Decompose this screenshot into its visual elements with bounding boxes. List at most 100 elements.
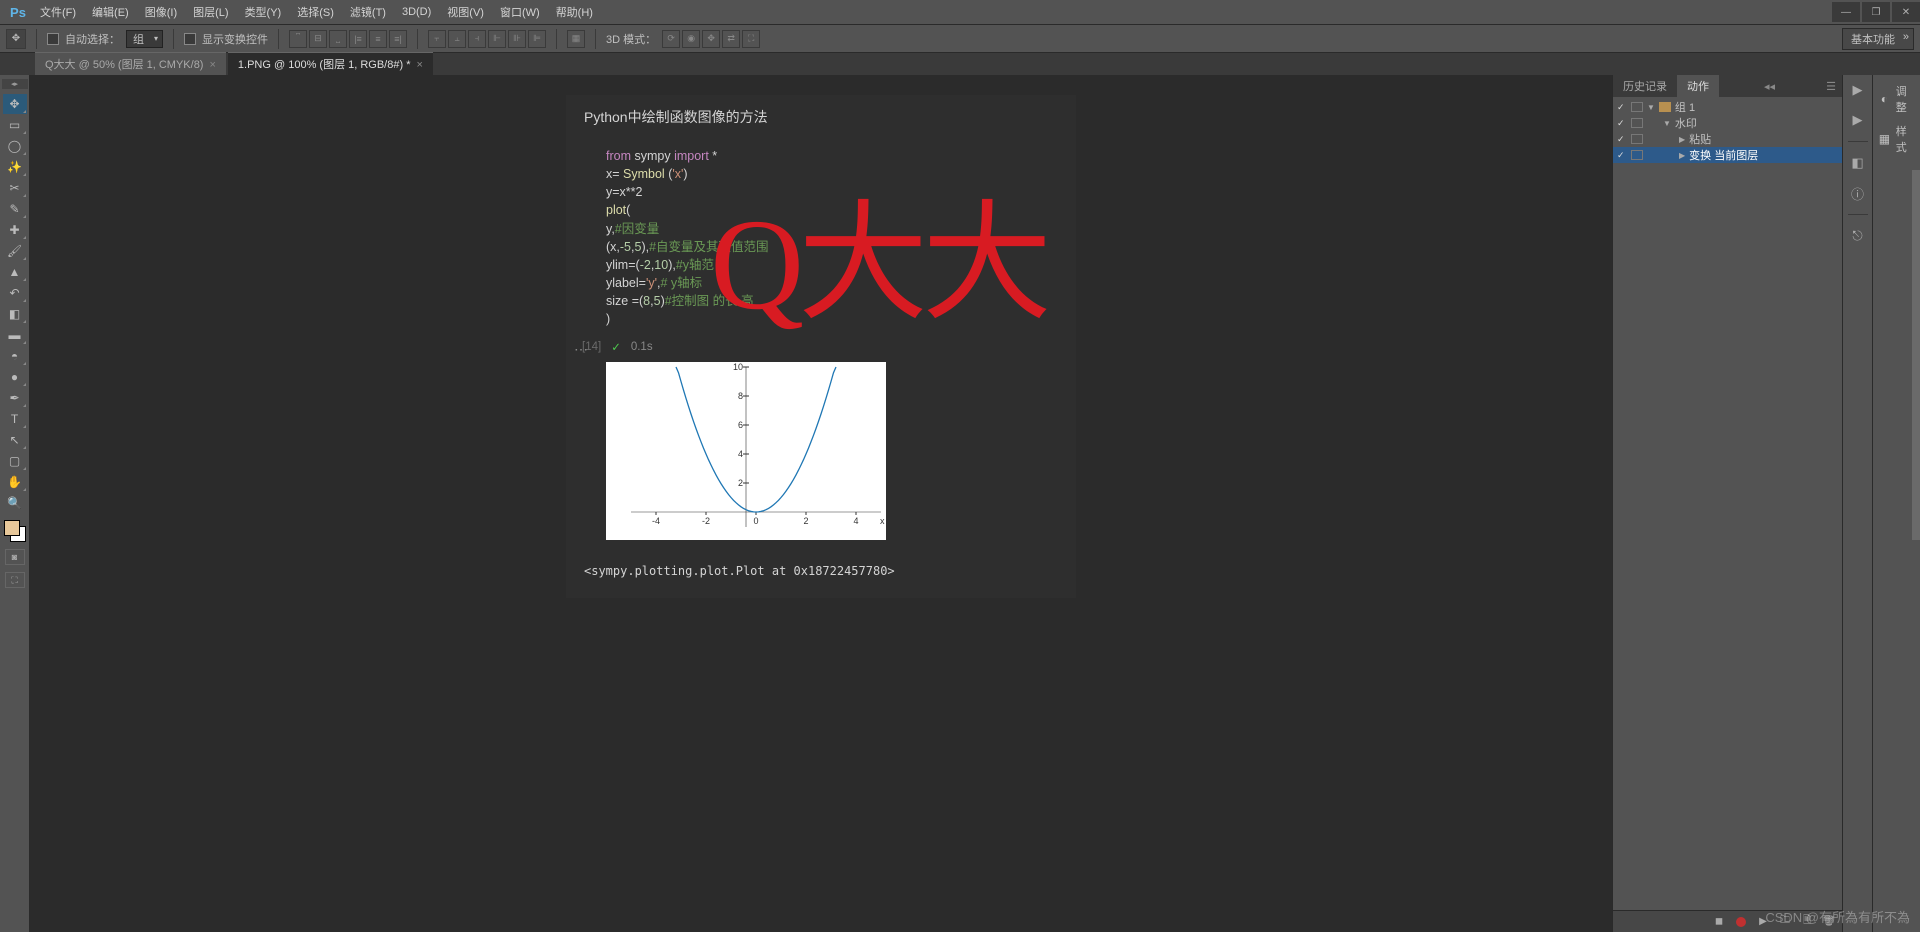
stop-icon[interactable]: ◼ bbox=[1712, 915, 1726, 929]
align-left-icon[interactable]: |≡ bbox=[349, 30, 367, 48]
pan-icon[interactable]: ✥ bbox=[702, 30, 720, 48]
blur-tool[interactable]: ◓ bbox=[3, 346, 27, 366]
play-strip-icon[interactable]: ▶ bbox=[1846, 109, 1870, 131]
window-controls: — ❐ ✕ bbox=[1830, 2, 1920, 22]
canvas-area[interactable]: Python中绘制函数图像的方法 from sympy import *x= S… bbox=[30, 75, 1612, 932]
separator bbox=[173, 29, 174, 49]
crop-tool[interactable]: ✂ bbox=[3, 178, 27, 198]
panel-collapse-icon[interactable]: ◂◂ bbox=[1758, 80, 1781, 93]
menu-图层(L)[interactable]: 图层(L) bbox=[185, 0, 236, 25]
menu-编辑(E)[interactable]: 编辑(E) bbox=[84, 0, 137, 25]
separator bbox=[417, 29, 418, 49]
orbit-icon[interactable]: ⟳ bbox=[662, 30, 680, 48]
lasso-tool[interactable]: ◯ bbox=[3, 136, 27, 156]
distribute-bottom-icon[interactable]: ⫞ bbox=[468, 30, 486, 48]
magic-wand-tool[interactable]: ✨ bbox=[3, 157, 27, 177]
healing-tool[interactable]: ✚ bbox=[3, 220, 27, 240]
maximize-button[interactable]: ❐ bbox=[1862, 2, 1890, 22]
menu-3D(D)[interactable]: 3D(D) bbox=[394, 0, 439, 25]
action-row[interactable]: ✓▼组 1 bbox=[1613, 99, 1842, 115]
show-transform-checkbox[interactable] bbox=[184, 33, 196, 45]
marquee-tool[interactable]: ▭ bbox=[3, 115, 27, 135]
align-right-icon[interactable]: ≡| bbox=[389, 30, 407, 48]
panel-tab[interactable]: 动作 bbox=[1677, 75, 1719, 97]
csdn-watermark: CSDN @有所為有所不為 bbox=[1765, 907, 1910, 926]
record-icon[interactable] bbox=[1734, 915, 1748, 929]
distribute-vcenter-icon[interactable]: ⫠ bbox=[448, 30, 466, 48]
zoom-tool[interactable]: 🔍 bbox=[3, 493, 27, 513]
type-tool[interactable]: T bbox=[3, 409, 27, 429]
panel-menu-icon[interactable]: ☰ bbox=[1820, 80, 1842, 93]
toolbox-toggle[interactable]: ◂▸ bbox=[2, 79, 28, 89]
adjustments-tab[interactable]: ◐调整 bbox=[1873, 81, 1920, 117]
foreground-color-swatch[interactable] bbox=[4, 520, 20, 536]
move-tool[interactable]: ✥ bbox=[3, 94, 27, 114]
panel-tab[interactable]: 历史记录 bbox=[1613, 75, 1677, 97]
actions-icon[interactable]: ▶ bbox=[1846, 79, 1870, 101]
svg-text:-4: -4 bbox=[652, 516, 660, 526]
stamp-tool[interactable]: ▲ bbox=[3, 262, 27, 282]
document-tab[interactable]: Q大大 @ 50% (图层 1, CMYK/8)× bbox=[35, 52, 226, 75]
roll-icon[interactable]: ◉ bbox=[682, 30, 700, 48]
scale-icon[interactable]: ⛶ bbox=[742, 30, 760, 48]
svg-text:10: 10 bbox=[733, 362, 743, 372]
action-row[interactable]: ✓▼水印 bbox=[1613, 115, 1842, 131]
tab-close-icon[interactable]: × bbox=[209, 59, 215, 71]
distribute-top-icon[interactable]: ⫟ bbox=[428, 30, 446, 48]
shape-tool[interactable]: ▢ bbox=[3, 451, 27, 471]
align-vcenter-icon[interactable]: ⊟ bbox=[309, 30, 327, 48]
ps-logo: Ps bbox=[4, 0, 32, 25]
menu-选择(S)[interactable]: 选择(S) bbox=[289, 0, 342, 25]
close-button[interactable]: ✕ bbox=[1892, 2, 1920, 22]
brush-tool[interactable]: 🖌 bbox=[3, 241, 27, 261]
adjustments-icon[interactable]: ⎋ bbox=[1846, 225, 1870, 247]
screenmode-button[interactable]: ⛶ bbox=[5, 572, 25, 588]
minimize-button[interactable]: — bbox=[1832, 2, 1860, 22]
menu-帮助(H)[interactable]: 帮助(H) bbox=[548, 0, 601, 25]
distribute-hcenter-icon[interactable]: ⊪ bbox=[508, 30, 526, 48]
auto-select-checkbox[interactable] bbox=[47, 33, 59, 45]
hand-tool[interactable]: ✋ bbox=[3, 472, 27, 492]
separator bbox=[278, 29, 279, 49]
document-tab[interactable]: 1.PNG @ 100% (图层 1, RGB/8#) *× bbox=[228, 52, 433, 75]
slide-icon[interactable]: ⇄ bbox=[722, 30, 740, 48]
align-top-icon[interactable]: ⎴ bbox=[289, 30, 307, 48]
menu-视图(V)[interactable]: 视图(V) bbox=[439, 0, 492, 25]
output-text: <sympy.plotting.plot.Plot at 0x187224577… bbox=[566, 540, 1076, 578]
dodge-tool[interactable]: ● bbox=[3, 367, 27, 387]
path-select-tool[interactable]: ↖ bbox=[3, 430, 27, 450]
auto-align-icon[interactable]: ▦ bbox=[567, 30, 585, 48]
cell-output-row: [14] ✓ 0.1s bbox=[566, 336, 1076, 358]
workspace-dropdown[interactable]: 基本功能 bbox=[1842, 28, 1914, 50]
action-row[interactable]: ✓▶粘贴 bbox=[1613, 131, 1842, 147]
align-hcenter-icon[interactable]: ≡ bbox=[369, 30, 387, 48]
actions-panel: 历史记录动作 ◂◂ ☰ ✓▼组 1✓▼水印✓▶粘贴✓▶变换 当前图层 ◼ ▶ 🗀… bbox=[1612, 75, 1842, 932]
actions-list[interactable]: ✓▼组 1✓▼水印✓▶粘贴✓▶变换 当前图层 bbox=[1613, 97, 1842, 910]
info-icon[interactable]: ⓘ bbox=[1846, 182, 1870, 204]
move-tool-icon[interactable]: ✥ bbox=[6, 29, 26, 49]
group-dropdown[interactable]: 组 bbox=[126, 30, 163, 48]
distribute-left-icon[interactable]: ⊩ bbox=[488, 30, 506, 48]
distribute-right-icon[interactable]: ⊫ bbox=[528, 30, 546, 48]
quickmask-button[interactable]: ◙ bbox=[5, 549, 25, 565]
menu-图像(I)[interactable]: 图像(I) bbox=[137, 0, 185, 25]
ellipsis-icon[interactable]: ⋯ bbox=[570, 341, 592, 357]
color-swatches[interactable] bbox=[4, 520, 26, 542]
separator bbox=[556, 29, 557, 49]
menu-窗口(W)[interactable]: 窗口(W) bbox=[492, 0, 548, 25]
styles-tab[interactable]: ▦样式 bbox=[1873, 121, 1920, 157]
eyedropper-tool[interactable]: ✎ bbox=[3, 199, 27, 219]
action-row[interactable]: ✓▶变换 当前图层 bbox=[1613, 147, 1842, 163]
vertical-scrollbar[interactable] bbox=[1912, 170, 1920, 540]
align-bottom-icon[interactable]: ⎵ bbox=[329, 30, 347, 48]
gradient-tool[interactable]: ▬ bbox=[3, 325, 27, 345]
menu-文件(F)[interactable]: 文件(F) bbox=[32, 0, 84, 25]
history-brush-tool[interactable]: ↶ bbox=[3, 283, 27, 303]
pen-tool[interactable]: ✒ bbox=[3, 388, 27, 408]
tab-close-icon[interactable]: × bbox=[416, 59, 422, 71]
menu-滤镜(T)[interactable]: 滤镜(T) bbox=[342, 0, 394, 25]
properties-icon[interactable]: ◧ bbox=[1846, 152, 1870, 174]
menu-类型(Y)[interactable]: 类型(Y) bbox=[237, 0, 290, 25]
eraser-tool[interactable]: ◧ bbox=[3, 304, 27, 324]
toolbox: ◂▸ ✥ ▭ ◯ ✨ ✂ ✎ ✚ 🖌 ▲ ↶ ◧ ▬ ◓ ● ✒ T ↖ ▢ ✋… bbox=[0, 75, 30, 932]
